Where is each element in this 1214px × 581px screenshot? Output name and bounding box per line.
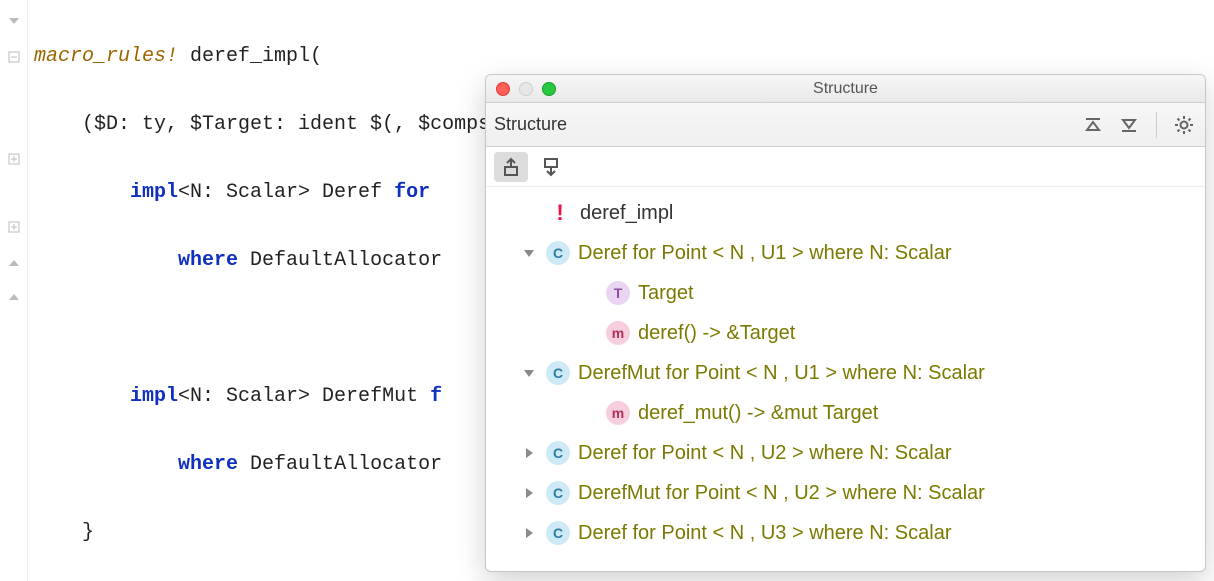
class-icon: C (546, 241, 570, 265)
toolbar-separator (1156, 112, 1157, 138)
structure-panel: Structure Structure (485, 74, 1206, 572)
close-icon[interactable] (496, 82, 510, 96)
token-text: } (34, 521, 94, 544)
method-icon: m (606, 321, 630, 345)
class-icon: C (546, 481, 570, 505)
expand-down-icon[interactable] (1116, 112, 1142, 138)
tree-label: Deref for Point < N , U2 > where N: Scal… (578, 442, 952, 465)
titlebar[interactable]: Structure (486, 75, 1205, 103)
tree-label: Deref for Point < N , U3 > where N: Scal… (578, 522, 952, 545)
panel-title: Structure (494, 114, 567, 135)
disclosure-right-icon[interactable] (520, 484, 538, 502)
disclosure-down-icon[interactable] (520, 364, 538, 382)
method-icon: m (606, 401, 630, 425)
tree-row[interactable]: C DerefMut for Point < N , U1 > where N: … (490, 353, 1201, 393)
disclosure-down-icon[interactable] (520, 244, 538, 262)
gutter-fold-icon[interactable] (0, 6, 27, 40)
gutter-fold-icon[interactable] (0, 40, 27, 74)
structure-tree[interactable]: ! deref_impl C Deref for Point < N , U1 > w… (486, 187, 1205, 571)
disclosure-right-icon[interactable] (520, 444, 538, 462)
indent (34, 181, 130, 204)
tree-label: Target (638, 282, 694, 305)
indent (34, 385, 130, 408)
tree-label: deref() -> &Target (638, 322, 795, 345)
gutter-fold-icon[interactable] (0, 278, 27, 312)
tree-label: DerefMut for Point < N , U1 > where N: S… (578, 362, 985, 385)
class-icon: C (546, 361, 570, 385)
tree-label: Deref for Point < N , U1 > where N: Scal… (578, 242, 952, 265)
token-keyword: impl (130, 385, 178, 408)
root: macro_rules! deref_impl( ($D: ty, $Targe… (0, 0, 1214, 581)
minimize-icon[interactable] (519, 82, 533, 96)
class-icon: C (546, 521, 570, 545)
token-keyword: where (178, 453, 238, 476)
token-text: DefaultAllocator (238, 453, 442, 476)
token-keyword: where (178, 249, 238, 272)
indent (34, 453, 178, 476)
token-text: DefaultAllocator (238, 249, 442, 272)
class-icon: C (546, 441, 570, 465)
tree-label: deref_impl (580, 202, 673, 225)
tree-row[interactable]: C Deref for Point < N , U3 > where N: Sca… (490, 513, 1201, 553)
window-controls (486, 82, 556, 96)
indent (34, 249, 178, 272)
scroll-from-source-icon[interactable] (534, 152, 568, 182)
token-text: <N: Scalar> DerefMut (178, 385, 430, 408)
gutter-fold-icon[interactable] (0, 210, 27, 244)
collapse-up-icon[interactable] (1080, 112, 1106, 138)
editor-gutter (0, 0, 28, 581)
tree-row[interactable]: m deref() -> &Target (490, 313, 1201, 353)
token-text: deref_impl( (178, 45, 322, 68)
scroll-to-source-icon[interactable] (494, 152, 528, 182)
tree-row[interactable]: T Target (490, 273, 1201, 313)
gear-icon[interactable] (1171, 112, 1197, 138)
tree-label: deref_mut() -> &mut Target (638, 402, 878, 425)
tree-row[interactable]: C Deref for Point < N , U2 > where N: Sca… (490, 433, 1201, 473)
tree-row[interactable]: ! deref_impl (490, 193, 1201, 233)
sub-toolbar (486, 147, 1205, 187)
gutter-fold-icon[interactable] (0, 142, 27, 176)
token-keyword: for (394, 181, 430, 204)
tree-row[interactable]: C DerefMut for Point < N , U2 > where N: … (490, 473, 1201, 513)
zoom-icon[interactable] (542, 82, 556, 96)
token-text: <N: Scalar> Deref (178, 181, 394, 204)
disclosure-right-icon[interactable] (520, 524, 538, 542)
gutter-fold-icon[interactable] (0, 244, 27, 278)
token-keyword: f (430, 385, 442, 408)
window-title: Structure (486, 80, 1205, 98)
type-icon: T (606, 281, 630, 305)
macro-icon: ! (548, 201, 572, 225)
toolbar: Structure (486, 103, 1205, 147)
tree-row[interactable]: C Deref for Point < N , U1 > where N: Sca… (490, 233, 1201, 273)
tree-row[interactable]: m deref_mut() -> &mut Target (490, 393, 1201, 433)
token-macro: macro_rules! (34, 45, 178, 68)
tree-label: DerefMut for Point < N , U2 > where N: S… (578, 482, 985, 505)
token-keyword: impl (130, 181, 178, 204)
